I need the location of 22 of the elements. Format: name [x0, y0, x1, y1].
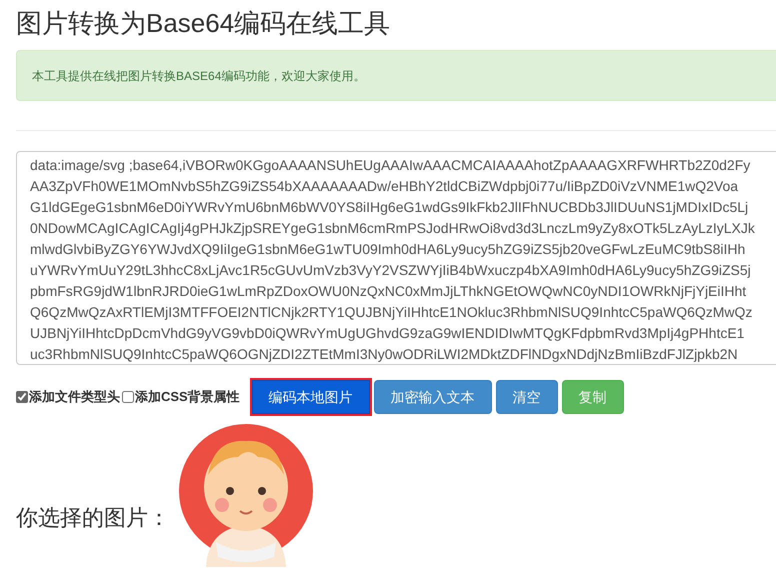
encoded-text-line: pbmFsRG9jdW1lbnRJRD0ieG1wLmRpZDoxOWU0NzQxNC0xMmJjLThkNGEtOWQwNC0yNDI1OWRkNjFjYjEiIHht	[30, 282, 746, 301]
encoded-text-line: Q6QzMwQzAxRTlEMjI3MTFFOEI2NTlCNjk2RTY1QUJBNjYiIHhtcE1NOkluc3RhbmNlSUQ9InhtcC5paWQ6QzMwQz	[30, 303, 752, 322]
action-button[interactable]: 编码本地图片	[252, 380, 370, 414]
encoded-text-line: mlwdGlvbiByZGY6YWJvdXQ9IiIgeG1sbnM6eG1wTU09Imh0dHA6Ly9ucy5hZG9iZS5jb20veGFwLzEuMC9tbS8iIHh	[30, 240, 746, 259]
encoded-text-line: data:image/svg ;base64,iVBORw0KGgoAAAANSUhEUgAAAIwAAACMCAIAAAAhotZpAAAAGXRFWHRTb2Z0d2Fy	[30, 156, 750, 175]
page-title: 图片转换为Base64编码在线工具	[16, 7, 390, 40]
encoded-text-line: uYWRvYmUuY29tL3hhcC8xLjAvc1R5cGUvUmVzb3VyY2VSZWYjIiB4bWxuczp4bXA9Imh0dHA6Ly9ucy5hZG9iZS5j	[30, 261, 751, 280]
encoded-text-line: G1ldGEgeG1sbnM6eD0iYWRvYmU6bnM6bWV0YS8iIHg6eG1wdGs9IkFkb2JlIFhNUCBDb3JlIDUuNS1jMDIxIDc5Lj	[30, 198, 748, 217]
base64-textarea[interactable]	[16, 151, 776, 365]
encoded-text-line: UJBNjYiIHhtcDpDcmVhdG9yVG9vbD0iQWRvYmUgUGhvdG9zaG9wIENDIDIwMTQgKFdpbmRvd3MpIj4gPHhtcE1	[30, 324, 744, 343]
preview-label: 你选择的图片：	[16, 504, 170, 532]
option-checkbox[interactable]	[122, 391, 134, 403]
encoded-text-line: uc3RhbmNlSUQ9InhtcC5paWQ6OGNjZDI2ZTEtMmI3Ny0wODRiLWI2MDktZDFlNDgxNDdjNzBmIiBzdFJlZjpkb2N	[30, 345, 738, 364]
option-label: 添加CSS背景属性	[135, 388, 240, 406]
action-button[interactable]: 复制	[562, 380, 624, 414]
option-checkbox[interactable]	[16, 391, 28, 403]
action-button[interactable]: 清空	[496, 380, 558, 414]
option-label: 添加文件类型头	[29, 388, 120, 406]
encoded-text-line: AA3ZpVFh0WE1MOmNvbS5hZG9iZS54bXAAAAAAADw/eHBhY2tldCBiZWdpbj0i77u/IiBpZD0iVzVNME1wQ2Voa	[30, 177, 738, 196]
notice-text: 本工具提供在线把图片转换BASE64编码功能，欢迎大家使用。	[32, 68, 366, 84]
encoded-text-line: 0NDowMCAgICAgICAgIj4gPHJkZjpSREYgeG1sbnM6cmRmPSJodHRwOi8vd3d3LnczLm9yZy8xOTk5LzAyLzIyLXJk	[30, 219, 755, 238]
action-button[interactable]: 加密输入文本	[374, 380, 492, 414]
